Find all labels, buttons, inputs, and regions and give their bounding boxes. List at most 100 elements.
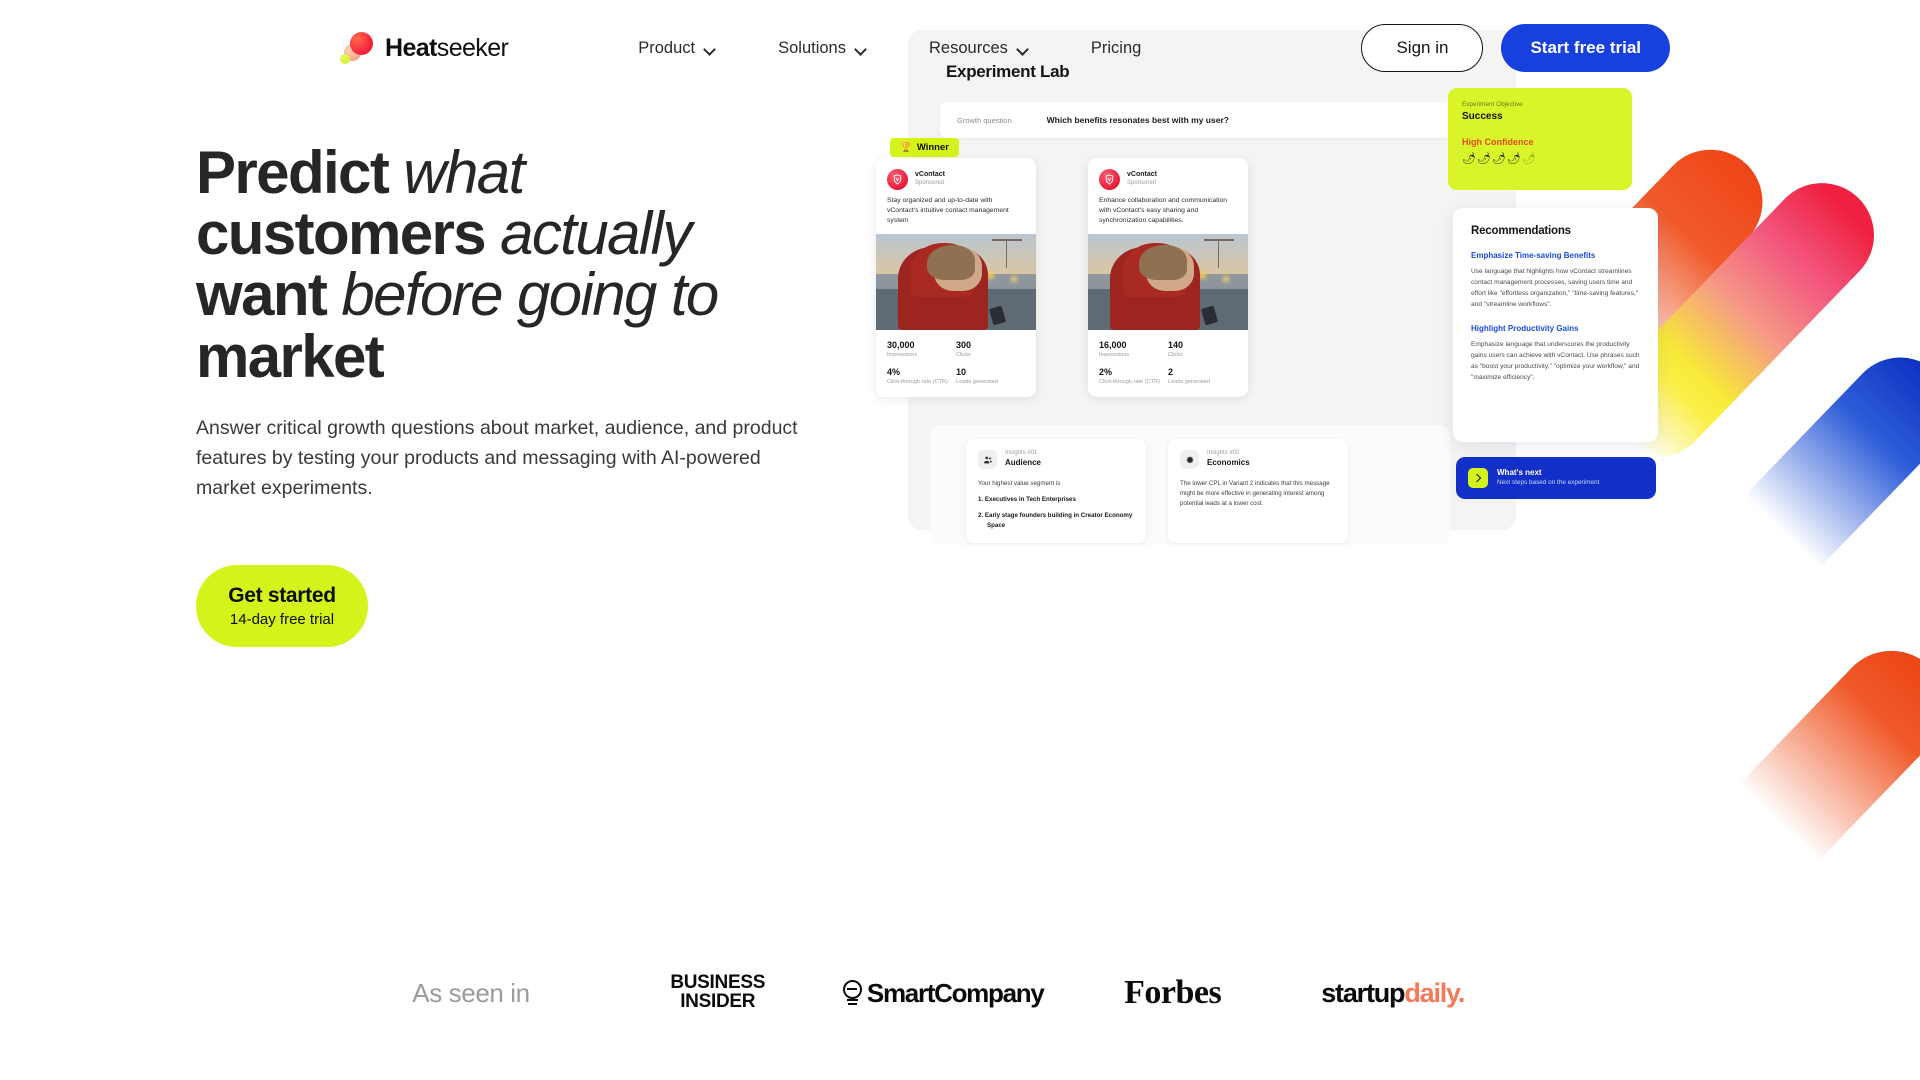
- insights-section: Insights #01 Audience Your highest value…: [930, 425, 1450, 545]
- ad-copy-text: Stay organized and up-to-date with vCont…: [887, 197, 1009, 224]
- nav-item-product[interactable]: Product: [638, 29, 716, 68]
- nav-item-resources[interactable]: Resources: [929, 29, 1029, 68]
- experiment-objective-card: Experiment Objective Success High Confid…: [1448, 88, 1632, 190]
- ad-creative-image: [1088, 233, 1248, 330]
- nav-item-pricing[interactable]: Pricing: [1091, 29, 1141, 68]
- chili-icon: 🌶: [1491, 153, 1507, 165]
- brand-name: Heatseeker: [385, 33, 509, 63]
- trophy-icon: 🏆: [900, 142, 912, 153]
- recommendation-heading[interactable]: Emphasize Time-saving Benefits: [1471, 251, 1640, 260]
- winner-badge: 🏆 Winner: [890, 138, 959, 157]
- bi-line2: INSIDER: [680, 991, 756, 1012]
- metric-label: Impressions: [887, 351, 918, 358]
- insight-card-economics[interactable]: Insights #02 Economics The lower CPL in …: [1168, 439, 1348, 543]
- daily-text: daily.: [1404, 977, 1465, 1008]
- get-started-button[interactable]: Get started 14-day free trial: [196, 564, 368, 647]
- whats-next-button[interactable]: What's next Next steps based on the expe…: [1456, 457, 1656, 499]
- chili-icon: 🌶: [1462, 153, 1477, 165]
- insight-body: Your highest value segment is 1. Executi…: [978, 479, 1134, 531]
- site-header: Heatseeker Product Solutions Resources P…: [0, 0, 1920, 96]
- start-free-trial-button[interactable]: Start free trial: [1501, 24, 1670, 72]
- recommendations-title: Recommendations: [1471, 225, 1571, 237]
- metric-leads: 10 Leads generated: [956, 367, 1025, 385]
- confidence-label: High Confidence: [1462, 137, 1534, 147]
- metric-ctr: 4% Click-through rate (CTR): [887, 367, 956, 385]
- chili-icon-empty: 🌶: [1521, 153, 1537, 165]
- winner-label: Winner: [916, 142, 949, 153]
- ad-variant-card[interactable]: vContact Sponsored · Enhance collaborati…: [1088, 158, 1248, 397]
- brand-name-bold: Heat: [385, 33, 437, 62]
- insight-card-audience[interactable]: Insights #01 Audience Your highest value…: [966, 439, 1146, 543]
- ad-brand-name: vContact: [915, 171, 945, 179]
- insight-title: Audience: [1005, 458, 1042, 468]
- metric-clicks: 140 Clicks: [1168, 340, 1237, 358]
- metric-value: 4%: [887, 366, 901, 377]
- vcontact-logo-icon: [1099, 169, 1120, 190]
- vcontact-logo-icon: [887, 169, 908, 190]
- brand-name-light: seeker: [436, 33, 509, 62]
- ad-copy-text: Enhance collaboration and communication …: [1099, 197, 1228, 224]
- insight-number: Insights #01: [1005, 450, 1038, 457]
- headline-word-what: what: [403, 139, 525, 206]
- auth-actions: Sign in Start free trial: [1361, 24, 1920, 72]
- growth-question-field[interactable]: Growth question Which benefits resonates…: [940, 102, 1482, 138]
- metric-label: Impressions: [1099, 351, 1130, 358]
- page-title: Predict what customers actually want bef…: [196, 142, 836, 387]
- press-logo-business-insider: BUSINESS INSIDER: [618, 974, 818, 1011]
- press-logo-smartcompany: SmartCompany: [818, 978, 1068, 1009]
- sign-in-button[interactable]: Sign in: [1361, 24, 1484, 72]
- metric-value: 2%: [1099, 366, 1113, 377]
- metric-impressions: 30,000 Impressions: [887, 340, 956, 358]
- metric-label: Leads generated: [1168, 378, 1210, 385]
- audience-people-icon: [978, 450, 997, 469]
- hero-subtitle: Answer critical growth questions about m…: [196, 416, 798, 499]
- headline-phrase-before-going-to: before going to: [341, 261, 719, 329]
- headline-word-actually: actually: [500, 200, 692, 268]
- metric-value: 16,000: [1099, 339, 1127, 350]
- chevron-down-icon: [1017, 45, 1029, 52]
- main-nav: Product Solutions Resources Pricing: [638, 29, 1141, 68]
- nav-label-resources: Resources: [929, 38, 1008, 57]
- whats-next-title: What's next: [1497, 468, 1542, 478]
- hero-section: Predict what customers actually want bef…: [0, 30, 1920, 662]
- press-logo-forbes: Forbes: [1068, 974, 1278, 1012]
- recommendation-body: Emphasize language that underscores the …: [1471, 341, 1640, 382]
- smartcompany-text: SmartCompany: [866, 977, 1045, 1008]
- insight-title: Economics: [1207, 458, 1250, 468]
- headline-word-market: market: [196, 322, 385, 390]
- as-seen-in-label: As seen in: [412, 977, 530, 1008]
- nav-label-pricing: Pricing: [1090, 38, 1142, 57]
- nav-item-solutions[interactable]: Solutions: [778, 29, 867, 68]
- nav-label-solutions: Solutions: [778, 38, 846, 57]
- metric-ctr: 2% Click-through rate (CTR): [1099, 367, 1168, 385]
- ad-metrics: 16,000 Impressions 140 Clicks 2% Click-t…: [1088, 330, 1248, 397]
- metric-leads: 2 Leads generated: [1168, 367, 1237, 385]
- ad-variant-card[interactable]: vContact Sponsored · Stay organized and …: [876, 158, 1036, 397]
- insight-intro: Your highest value segment is: [978, 480, 1061, 487]
- headline-word-want: want: [196, 261, 328, 329]
- insight-header: Insights #01 Audience: [978, 450, 1134, 469]
- recommendation-heading[interactable]: Highlight Productivity Gains: [1471, 324, 1640, 333]
- press-logo-startup-daily: startupdaily.: [1278, 978, 1508, 1009]
- metric-value: 300: [956, 339, 972, 350]
- ad-meta: Sponsored ·: [1127, 179, 1160, 186]
- chili-icon: 🌶: [1476, 153, 1492, 165]
- brand-logo[interactable]: Heatseeker: [340, 31, 509, 65]
- insight-intro: The lower CPL in Variant 2 indicates tha…: [1180, 480, 1330, 507]
- metric-label: Clicks: [1168, 351, 1183, 358]
- insight-item-2: 2. Early stage founders building in Crea…: [978, 511, 1133, 529]
- ad-metrics: 30,000 Impressions 300 Clicks 4% Click-t…: [876, 330, 1036, 397]
- whats-next-subtitle: Next steps based on the experiment: [1497, 479, 1600, 487]
- ad-card-header: vContact Sponsored ·: [876, 158, 1036, 196]
- capsule-orange-bottom: [1660, 628, 1920, 880]
- objective-value: Success: [1462, 111, 1503, 122]
- metric-value: 10: [956, 366, 967, 377]
- metric-label: Click-through rate (CTR): [1099, 378, 1160, 385]
- chili-icon: 🌶: [1506, 153, 1522, 165]
- metric-label: Clicks: [956, 351, 971, 358]
- headline-word-customers: customers: [196, 200, 487, 268]
- metric-value: 30,000: [887, 339, 915, 350]
- product-screenshot: Experiment Lab Growth question Which ben…: [876, 30, 1668, 662]
- metric-clicks: 300 Clicks: [956, 340, 1025, 358]
- press-strip: As seen in BUSINESS INSIDER SmartCompany…: [0, 974, 1920, 1012]
